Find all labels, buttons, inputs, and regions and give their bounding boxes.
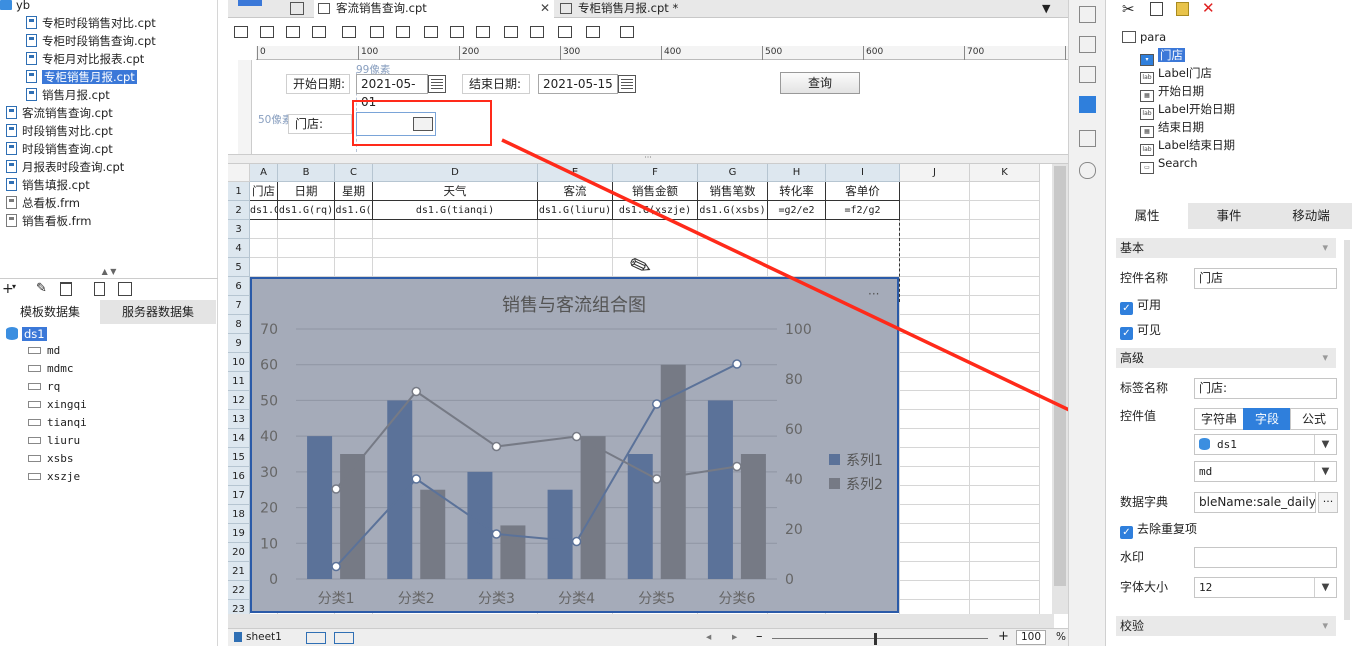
font-size-label: 字体大小	[1120, 580, 1169, 594]
cell-attr-icon[interactable]	[1079, 36, 1096, 53]
delete-widget-icon[interactable]: ✕	[1202, 0, 1215, 17]
dataset-select[interactable]: ds1 ▼	[1194, 434, 1337, 455]
chevron-down-icon[interactable]: ▼	[1314, 435, 1336, 454]
field-select[interactable]: md ▼	[1194, 461, 1337, 482]
watermark-input[interactable]	[1194, 547, 1337, 568]
properties-panel: ✂ ✕ para ▾ 门店 lab Label门店 ▦ 开始日期 lab Label开始日期 ▦…	[1106, 0, 1352, 646]
tag-name-input[interactable]: 门店:	[1194, 378, 1337, 399]
database-icon	[1199, 438, 1210, 450]
font-size-select[interactable]: 12 ▼	[1194, 577, 1337, 598]
tag-name-label: 标签名称	[1120, 381, 1169, 395]
visible-checkbox[interactable]: ✓ 可见	[1120, 321, 1161, 340]
property-tabs: 属性 事件 移动端	[1106, 203, 1352, 229]
section-verify[interactable]: 校验	[1116, 616, 1336, 636]
widget-name-label: 控件名称	[1120, 271, 1169, 285]
widget-name-input[interactable]: 门店	[1194, 268, 1337, 289]
widget-tree-item[interactable]: ▦ 结束日期	[1140, 118, 1204, 138]
cut-icon[interactable]: ✂	[1122, 0, 1135, 18]
tab-properties[interactable]: 属性	[1106, 203, 1188, 229]
section-advanced[interactable]: 高级	[1116, 348, 1336, 368]
tab-mobile[interactable]: 移动端	[1270, 203, 1352, 229]
paste-icon[interactable]	[1176, 2, 1189, 16]
watermark-label: 水印	[1120, 550, 1145, 564]
chevron-down-icon[interactable]: ▼	[1314, 462, 1336, 481]
value-type-string[interactable]: 字符串	[1194, 408, 1244, 430]
right-side-toolbar	[1068, 0, 1106, 646]
widget-tree-root[interactable]: para	[1122, 28, 1166, 46]
widget-tree-item[interactable]: lab Label结束日期	[1140, 136, 1235, 156]
widget-tree-item[interactable]: ▦ 开始日期	[1140, 82, 1204, 102]
float-element-icon[interactable]	[1079, 66, 1096, 83]
widget-value-label: 控件值	[1120, 409, 1157, 423]
value-type-field[interactable]: 字段	[1243, 408, 1291, 430]
copy-icon[interactable]	[1150, 2, 1163, 16]
widget-tree-item[interactable]: ▾ 门店	[1140, 46, 1185, 66]
data-dict-label: 数据字典	[1120, 495, 1169, 509]
chevron-down-icon[interactable]: ▼	[1314, 578, 1336, 597]
widget-tree-item[interactable]: ▭ Search	[1140, 154, 1198, 174]
widget-tree-item[interactable]: lab Label开始日期	[1140, 100, 1235, 120]
cell-element-icon[interactable]	[1079, 6, 1096, 23]
tab-events[interactable]: 事件	[1188, 203, 1270, 229]
search-widget-icon: ▭	[1140, 162, 1154, 174]
section-basic[interactable]: 基本	[1116, 238, 1336, 258]
widget-settings-icon[interactable]	[1079, 96, 1096, 113]
widget-tree-item[interactable]: lab Label门店	[1140, 64, 1212, 84]
value-type-formula[interactable]: 公式	[1290, 408, 1338, 430]
data-dict-input[interactable]: bleName:sale_daily]	[1194, 492, 1316, 513]
hyperlink-icon[interactable]	[1079, 162, 1096, 179]
condition-attr-icon[interactable]	[1079, 130, 1096, 147]
dedupe-checkbox[interactable]: ✓ 去除重复项	[1120, 520, 1197, 539]
checkmark-icon: ✓	[1120, 302, 1133, 315]
props-scrollbar[interactable]	[1344, 240, 1350, 620]
checkmark-icon: ✓	[1120, 327, 1133, 340]
data-dict-more-button[interactable]: ···	[1318, 492, 1338, 513]
enabled-checkbox[interactable]: ✓ 可用	[1120, 296, 1161, 315]
checkmark-icon: ✓	[1120, 526, 1133, 539]
para-icon	[1122, 31, 1136, 43]
